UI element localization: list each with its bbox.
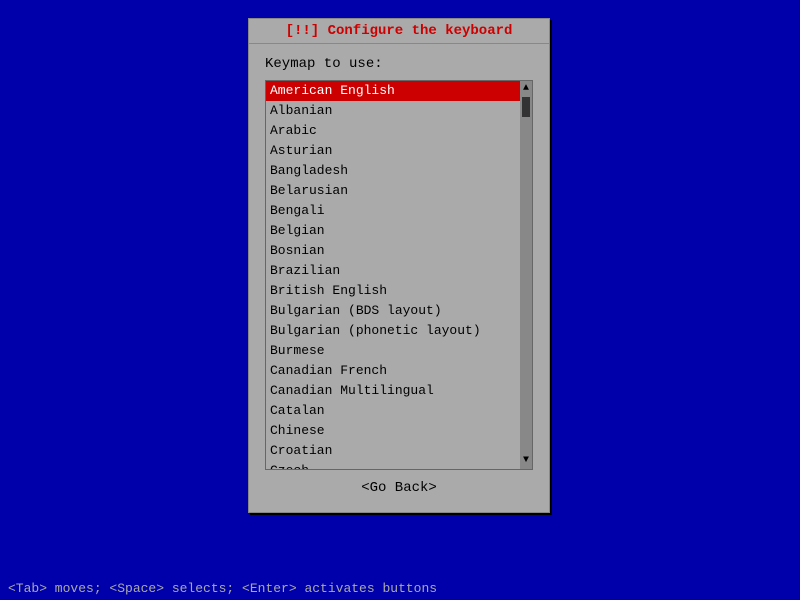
list-item[interactable]: American English bbox=[266, 81, 520, 101]
list-item[interactable]: Canadian Multilingual bbox=[266, 381, 520, 401]
status-bar: <Tab> moves; <Space> selects; <Enter> ac… bbox=[0, 577, 800, 600]
list-item[interactable]: Arabic bbox=[266, 121, 520, 141]
list-item[interactable]: Belarusian bbox=[266, 181, 520, 201]
list-item[interactable]: Burmese bbox=[266, 341, 520, 361]
keymap-label: Keymap to use: bbox=[265, 56, 533, 72]
list-item[interactable]: Brazilian bbox=[266, 261, 520, 281]
list-item[interactable]: Asturian bbox=[266, 141, 520, 161]
go-back-button[interactable]: <Go Back> bbox=[265, 480, 533, 496]
list-item[interactable]: Bulgarian (BDS layout) bbox=[266, 301, 520, 321]
list-item[interactable]: British English bbox=[266, 281, 520, 301]
scroll-thumb[interactable] bbox=[522, 97, 530, 117]
dialog-title: [!!] Configure the keyboard bbox=[249, 19, 549, 44]
scrollbar[interactable]: ▲ ▼ bbox=[520, 81, 532, 469]
list-item[interactable]: Belgian bbox=[266, 221, 520, 241]
list-item[interactable]: Bangladesh bbox=[266, 161, 520, 181]
list-item[interactable]: Chinese bbox=[266, 421, 520, 441]
configure-keyboard-dialog: [!!] Configure the keyboard Keymap to us… bbox=[248, 18, 550, 513]
list-item[interactable]: Catalan bbox=[266, 401, 520, 421]
scroll-down-icon[interactable]: ▼ bbox=[523, 455, 529, 467]
list-item[interactable]: Canadian French bbox=[266, 361, 520, 381]
scroll-up-icon[interactable]: ▲ bbox=[523, 83, 529, 95]
keymap-list[interactable]: American EnglishAlbanianArabicAsturianBa… bbox=[266, 81, 520, 469]
list-item[interactable]: Croatian bbox=[266, 441, 520, 461]
keymap-list-container[interactable]: American EnglishAlbanianArabicAsturianBa… bbox=[265, 80, 533, 470]
list-item[interactable]: Bulgarian (phonetic layout) bbox=[266, 321, 520, 341]
list-item[interactable]: Czech bbox=[266, 461, 520, 469]
list-item[interactable]: Albanian bbox=[266, 101, 520, 121]
list-item[interactable]: Bosnian bbox=[266, 241, 520, 261]
list-item[interactable]: Bengali bbox=[266, 201, 520, 221]
